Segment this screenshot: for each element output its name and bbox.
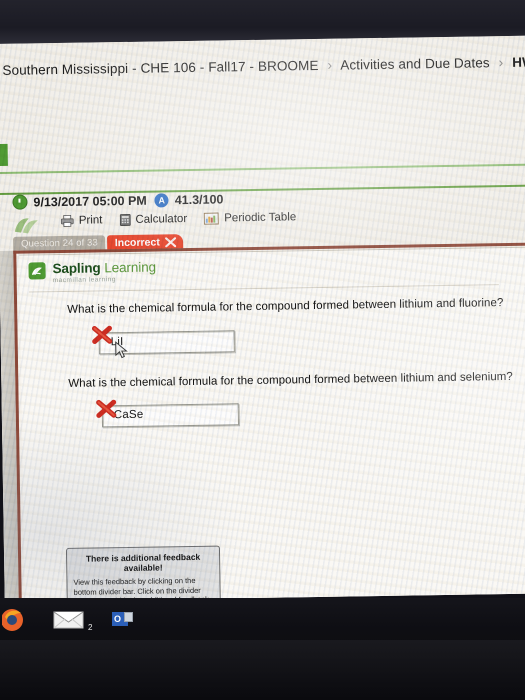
mail-icon[interactable] (52, 609, 86, 631)
divider-line (0, 163, 525, 174)
score-value: 41.3/100 (174, 191, 224, 207)
outlook-doc-icon[interactable] (124, 612, 133, 622)
periodic-table-icon (204, 212, 220, 225)
status-badge-label: Incorrect (114, 235, 160, 249)
print-button[interactable]: Print (60, 214, 103, 227)
incorrect-x-mark-icon (91, 325, 113, 344)
chevron-right-icon: › (327, 56, 333, 73)
additional-feedback-callout: There is additional feedback available! … (65, 545, 222, 602)
browser-page: Southern Mississippi - CHE 106 - Fall17 … (0, 35, 525, 602)
deck-shadow (0, 640, 525, 700)
chevron-right-icon: › (498, 54, 504, 71)
printer-icon (60, 214, 74, 227)
mouse-cursor-icon (115, 341, 128, 359)
breadcrumb-item-activities[interactable]: Activities and Due Dates (340, 55, 490, 72)
breadcrumb: Southern Mississippi - CHE 106 - Fall17 … (2, 54, 525, 78)
calculator-button[interactable]: Calculator (119, 213, 187, 226)
grade-badge-icon: A (154, 192, 169, 208)
mail-unread-badge: 2 (88, 623, 93, 632)
brand-secondary: Learning (104, 259, 157, 276)
laptop-photo: Southern Mississippi - CHE 106 - Fall17 … (0, 0, 525, 700)
periodic-table-label: Periodic Table (224, 211, 297, 225)
feedback-title: There is additional feedback available! (73, 552, 213, 574)
tools-row: Print Calculator Periodic Table (60, 211, 314, 227)
sapling-leaf-icon (28, 262, 46, 280)
question-2-answer-input[interactable]: CaSe (101, 403, 240, 428)
calculator-icon (119, 214, 131, 226)
clock-icon (12, 194, 28, 210)
calculator-label: Calculator (135, 213, 188, 226)
sapling-learning-logo: Sapling Learning macmillan learning (28, 259, 157, 285)
breadcrumb-item-assignment: HW 2 (512, 54, 525, 70)
green-accent-tab (0, 143, 8, 166)
due-datetime: 9/13/2017 05:00 PM (33, 193, 147, 209)
print-label: Print (78, 214, 103, 227)
brand-primary: Sapling (52, 260, 101, 277)
laptop-screen: Southern Mississippi - CHE 106 - Fall17 … (0, 35, 525, 602)
periodic-table-button[interactable]: Periodic Table (204, 211, 297, 225)
breadcrumb-item-course[interactable]: Southern Mississippi - CHE 106 - Fall17 … (2, 58, 318, 78)
incorrect-x-mark-icon (96, 399, 117, 418)
leaf-decoration-icon (14, 218, 38, 234)
x-mark-icon (164, 236, 176, 247)
firefox-icon[interactable] (2, 607, 36, 633)
assignment-status-line: 9/13/2017 05:00 PM A 41.3/100 (12, 191, 224, 210)
brand-wordmark: Sapling Learning (52, 259, 157, 277)
